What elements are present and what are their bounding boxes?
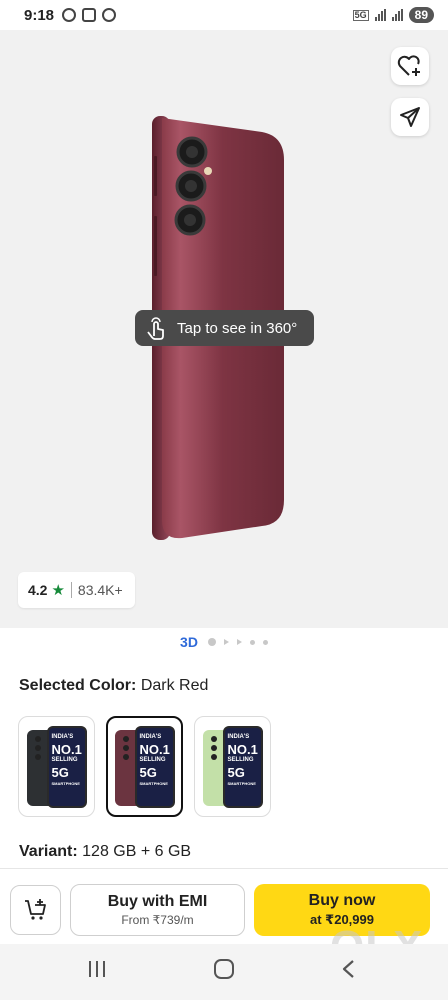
screenshot-icon bbox=[82, 8, 97, 22]
battery-icon: 89 bbox=[408, 7, 434, 23]
status-bar: 9:18 5G 89 bbox=[0, 0, 448, 30]
home-icon[interactable] bbox=[212, 958, 236, 980]
system-nav-bar bbox=[0, 944, 448, 1000]
emi-subtitle: From ₹739/m bbox=[121, 913, 194, 927]
messenger-icon bbox=[102, 8, 117, 22]
swatch-phone-screen: INDIA'S NO.1 SELLING 5G SMARTPHONE bbox=[134, 725, 175, 808]
heart-plus-icon bbox=[397, 55, 420, 76]
selected-color-value: Dark Red bbox=[140, 677, 209, 694]
rating-divider bbox=[70, 582, 72, 598]
star-icon: ★ bbox=[51, 582, 65, 599]
pager-dot[interactable] bbox=[262, 639, 268, 645]
emi-title: Buy with EMI bbox=[107, 893, 208, 910]
share-icon bbox=[400, 107, 420, 127]
pager-3d-label[interactable]: 3D bbox=[180, 634, 198, 650]
variant-label: Variant: bbox=[19, 843, 78, 860]
tap-360-overlay[interactable]: Tap to see in 360° bbox=[135, 310, 314, 346]
status-time: 9:18 bbox=[24, 6, 55, 24]
pager-video-dot[interactable] bbox=[223, 639, 229, 645]
swatch-phone-screen: INDIA'S NO.1 SELLING 5G SMARTPHONE bbox=[46, 725, 87, 808]
back-icon[interactable] bbox=[338, 958, 360, 980]
tap-hand-icon bbox=[147, 317, 164, 340]
buy-now-title: Buy now bbox=[308, 892, 376, 909]
swatch-dark-red[interactable]: INDIA'S NO.1 SELLING 5G SMARTPHONE bbox=[106, 716, 183, 817]
swatch-phone-screen: INDIA'S NO.1 SELLING 5G SMARTPHONE bbox=[222, 725, 263, 808]
signal-icon bbox=[391, 9, 403, 21]
pager-dot[interactable] bbox=[207, 638, 216, 646]
network-type: 5G bbox=[352, 9, 369, 21]
add-to-cart-button[interactable] bbox=[10, 885, 61, 935]
rating-value: 4.2 bbox=[28, 582, 48, 598]
buy-with-emi-button[interactable]: Buy with EMI From ₹739/m bbox=[70, 884, 245, 936]
swatch-black[interactable]: INDIA'S NO.1 SELLING 5G SMARTPHONE bbox=[18, 716, 95, 817]
signal-icon bbox=[374, 9, 386, 21]
rating-count: 83.4K+ bbox=[77, 582, 123, 598]
tap-360-label: Tap to see in 360° bbox=[177, 319, 298, 337]
image-pager[interactable]: 3D bbox=[0, 634, 448, 650]
swatch-light-green[interactable]: INDIA'S NO.1 SELLING 5G SMARTPHONE bbox=[194, 716, 271, 817]
wishlist-button[interactable] bbox=[391, 47, 429, 85]
recent-apps-icon[interactable] bbox=[86, 958, 108, 980]
color-swatches: INDIA'S NO.1 SELLING 5G SMARTPHONE INDIA… bbox=[18, 716, 271, 817]
variant-value: 128 GB + 6 GB bbox=[82, 843, 192, 860]
product-image-viewer[interactable]: Tap to see in 360° 4.2 ★ 83.4K+ bbox=[0, 30, 448, 628]
pager-video-dot[interactable] bbox=[236, 639, 242, 645]
share-button[interactable] bbox=[391, 98, 429, 136]
cart-plus-icon bbox=[24, 899, 46, 920]
variant-info[interactable]: Variant: 128 GB + 6 GB bbox=[19, 843, 191, 861]
pager-dot[interactable] bbox=[249, 639, 255, 645]
rating-chip[interactable]: 4.2 ★ 83.4K+ bbox=[18, 572, 135, 608]
selected-color: Selected Color: Dark Red bbox=[19, 677, 208, 695]
whatsapp-icon bbox=[62, 8, 77, 22]
selected-color-label: Selected Color: bbox=[19, 677, 137, 694]
